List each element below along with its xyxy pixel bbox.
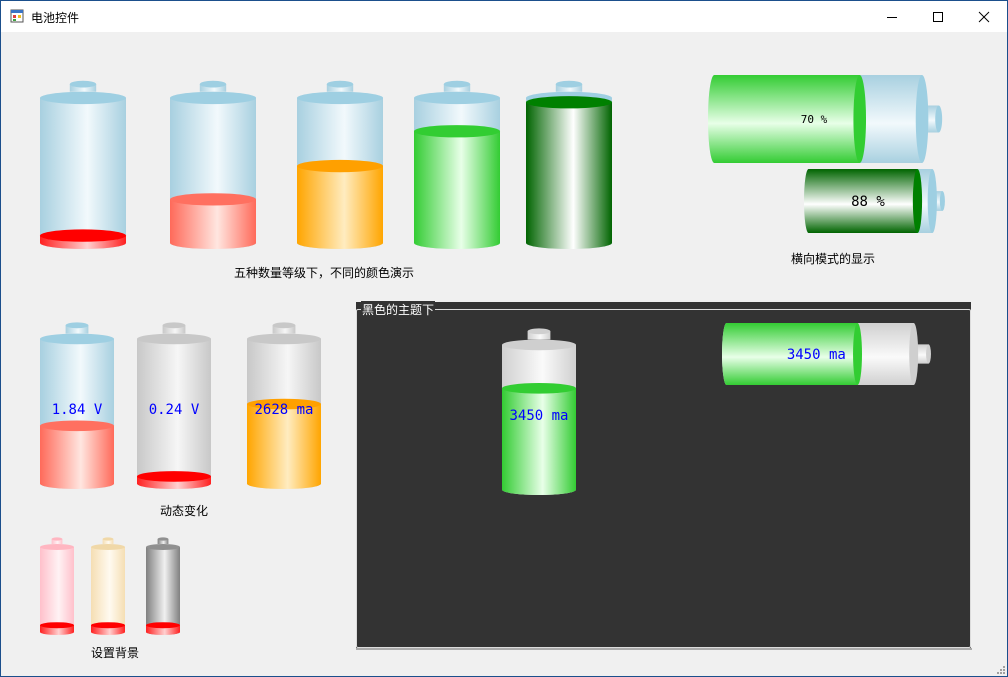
battery-readout: 3450 ma (787, 347, 846, 363)
battery-dynamic-current: 2628 ma (247, 322, 321, 489)
battery-charge-top (137, 471, 211, 482)
battery-charge-top (414, 125, 500, 138)
battery-readout: 0.24 V (149, 402, 200, 418)
background-caption: 设置背景 (91, 646, 140, 660)
battery-charge-fill (526, 102, 612, 249)
battery-readout: 88 % (851, 194, 885, 210)
battery-charge-fill (414, 131, 500, 249)
battery-background-pink (40, 537, 74, 635)
battery-terminal-top (65, 322, 89, 329)
battery-shell-top (40, 544, 74, 550)
battery-readout: 2628 ma (254, 402, 313, 418)
minimize-button[interactable] (869, 1, 915, 32)
battery-readout: 70 % (801, 113, 828, 126)
battery-charge-top (170, 193, 256, 206)
title-bar[interactable]: 电池控件 (1, 1, 1007, 32)
battery-level-2 (170, 80, 256, 249)
battery-charge-fill (297, 166, 383, 249)
battery-charge-top (526, 96, 612, 109)
battery-terminal-top (939, 191, 945, 211)
battery-charge-top (853, 75, 867, 163)
battery-charge-top (40, 229, 126, 242)
dark-theme-caption: 黑色的主题下 (361, 301, 436, 318)
resize-grip-icon[interactable] (995, 664, 1005, 674)
battery-terminal-top (51, 537, 63, 541)
battery-shell-top (146, 544, 180, 550)
battery-shell-top (40, 91, 126, 105)
battery-level-1 (40, 80, 126, 249)
battery-shell-top (137, 333, 211, 345)
battery-terminal-top (527, 328, 551, 335)
battery-charge-top (297, 159, 383, 173)
battery-terminal-top (443, 80, 471, 88)
battery-shell (146, 547, 180, 635)
battery-level-5 (526, 80, 612, 249)
battery-dynamic-voltage-2: 0.24 V (137, 322, 211, 489)
battery-shell-top (927, 169, 937, 233)
battery-shell-top (247, 333, 321, 345)
client-area: 五种数量等级下，不同的颜色演示 70 % 88 % 横向模式的显示 1.84 V… (1, 32, 1007, 676)
app-icon (10, 9, 24, 23)
battery-terminal-top (326, 80, 354, 88)
dynamic-caption: 动态变化 (160, 504, 209, 518)
battery-dark-horizontal: 3450 ma (722, 323, 931, 385)
battery-background-wheat (91, 537, 125, 635)
battery-shell-top (91, 544, 125, 550)
battery-dynamic-voltage-1: 1.84 V (40, 322, 114, 489)
panel-separator (356, 648, 972, 650)
battery-charge-top (146, 622, 180, 629)
battery-terminal-top (272, 322, 296, 329)
battery-charge-fill (40, 425, 114, 489)
close-button[interactable] (961, 1, 1007, 32)
battery-shell (40, 97, 126, 249)
maximize-icon (933, 12, 943, 22)
battery-shell-top (40, 333, 114, 345)
battery-shell (40, 547, 74, 635)
battery-terminal-top (935, 105, 943, 133)
maximize-button[interactable] (915, 1, 961, 32)
battery-charge-fill (170, 199, 256, 249)
levels-caption: 五种数量等级下，不同的颜色演示 (234, 266, 415, 280)
battery-charge-top (40, 622, 74, 629)
battery-terminal-top (555, 80, 583, 88)
battery-readout: 1.84 V (52, 402, 103, 418)
battery-terminal-top (69, 80, 97, 88)
battery-level-4 (414, 80, 500, 249)
battery-shell-top (502, 339, 576, 351)
battery-shell-top (915, 75, 929, 163)
battery-charge-fill (502, 388, 576, 495)
battery-dark-vertical: 3450 ma (502, 328, 576, 495)
battery-shell-top (909, 323, 919, 385)
battery-shell-top (297, 91, 383, 105)
battery-terminal-top (926, 344, 931, 364)
battery-charge-fill (708, 75, 860, 163)
battery-terminal-top (162, 322, 186, 329)
minimize-icon (887, 17, 897, 18)
battery-terminal-top (102, 537, 114, 541)
battery-horizontal-1: 70 % (708, 75, 943, 163)
horizontal-caption: 横向模式的显示 (791, 252, 876, 266)
close-icon (978, 11, 990, 23)
window-title: 电池控件 (31, 11, 80, 25)
battery-shell-top (414, 91, 500, 105)
battery-terminal-top (199, 80, 227, 88)
battery-level-3 (297, 80, 383, 249)
battery-terminal-top (157, 537, 169, 541)
battery-background-gray (146, 537, 180, 635)
battery-charge-top (912, 169, 923, 233)
battery-shell (91, 547, 125, 635)
app-window: 电池控件 五种数量等级下，不同的颜色演示 70 % 88 % 横向模式的显示 1… (0, 0, 1008, 677)
battery-charge-top (502, 383, 576, 394)
battery-charge-top (40, 420, 114, 432)
battery-shell-top (170, 91, 256, 105)
battery-readout: 3450 ma (509, 408, 568, 424)
battery-charge-top (853, 323, 862, 385)
battery-charge-top (91, 622, 125, 629)
battery-horizontal-2: 88 % (804, 169, 945, 233)
